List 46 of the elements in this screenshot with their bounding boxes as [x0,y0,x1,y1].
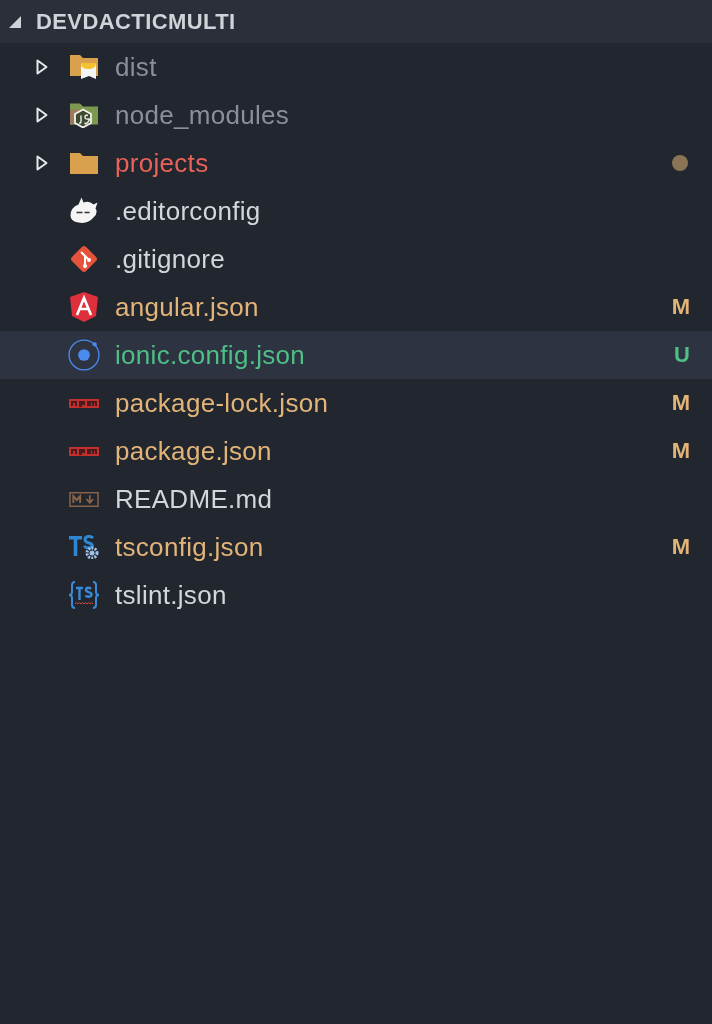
file-name: projects [115,150,209,176]
tree-row[interactable]: dist [0,43,712,91]
git-status-label: M [671,392,690,414]
ring-dot-icon [68,339,100,371]
caret-right-icon[interactable] [36,59,48,75]
folder-hexagon-icon [70,102,98,128]
tree-row[interactable]: node_modules [0,91,712,139]
mouse-head-icon [70,196,98,226]
git-status-label: M [671,536,690,558]
tree-row[interactable]: README.md [0,475,712,523]
file-name: angular.json [115,294,259,320]
explorer-header[interactable]: DEVDACTICMULTI [0,0,712,43]
file-name: node_modules [115,102,290,128]
file-name: package-lock.json [115,390,329,416]
tree-row[interactable]: tslint.json [0,571,712,619]
npm-icon [69,398,99,408]
file-name: tslint.json [115,582,227,608]
folder-bag-icon [70,55,98,79]
ts-gear-icon [69,535,99,559]
git-status-label: U [674,344,690,366]
shield-icon [70,292,98,322]
ts-braces-icon [68,579,100,611]
file-name: package.json [115,438,272,464]
file-name: README.md [115,486,273,512]
tree-row[interactable]: .editorconfig [0,187,712,235]
file-name: tsconfig.json [115,534,264,560]
tree-row[interactable]: ionic.config.json U [0,331,712,379]
tree-row[interactable]: package.json M [0,427,712,475]
caret-down-icon[interactable] [9,15,21,28]
tree-row[interactable]: .gitignore [0,235,712,283]
tree-row[interactable]: tsconfig.json M [0,523,712,571]
explorer-title: DEVDACTICMULTI [36,10,236,33]
caret-right-icon[interactable] [36,107,48,123]
tree-row[interactable]: projects [0,139,712,187]
tree-row[interactable]: angular.json M [0,283,712,331]
tree-row[interactable]: package-lock.json M [0,379,712,427]
file-name: .gitignore [115,246,225,272]
file-name: dist [115,54,157,80]
npm-icon [69,446,99,456]
folder-icon [70,152,98,174]
markdown-icon [69,491,99,507]
git-status-label: M [671,296,690,318]
caret-right-icon[interactable] [36,155,48,171]
file-name: ionic.config.json [115,342,306,368]
git-status-label: M [671,440,690,462]
file-name: .editorconfig [115,198,261,224]
